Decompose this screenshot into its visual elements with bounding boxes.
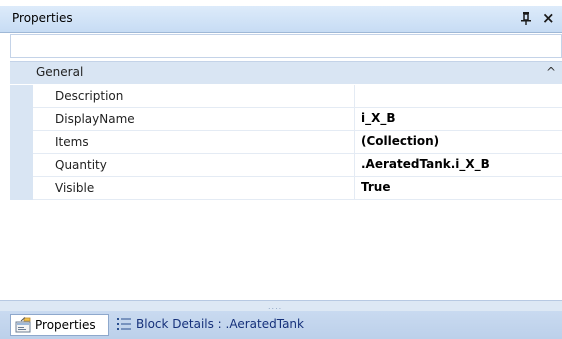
property-name-cell[interactable]: Visible <box>33 177 355 200</box>
list-icon <box>116 316 132 332</box>
property-row-description[interactable]: Description <box>10 85 562 108</box>
property-value: (Collection) <box>361 134 440 148</box>
tab-label: Block Details : .AeratedTank <box>136 317 304 331</box>
row-margin <box>10 177 33 200</box>
property-row-displayname[interactable]: DisplayName i_X_B <box>10 108 562 131</box>
panel-title: Properties <box>12 11 73 25</box>
search-input[interactable] <box>10 34 562 58</box>
pin-icon[interactable] <box>520 10 532 26</box>
tab-bar: Properties Block Details : .AeratedTank <box>0 311 562 339</box>
property-value-cell[interactable]: i_X_B <box>355 108 562 131</box>
tab-label: Properties <box>35 318 96 332</box>
property-name-cell[interactable]: Quantity <box>33 154 355 177</box>
category-general[interactable]: General ^ <box>10 62 562 84</box>
property-row-quantity[interactable]: Quantity .AeratedTank.i_X_B <box>10 154 562 177</box>
property-row-visible[interactable]: Visible True <box>10 177 562 200</box>
description-splitter[interactable]: .... <box>0 300 562 311</box>
property-name: Visible <box>55 181 95 195</box>
property-grid: General ^ Description DisplayName i_X_B <box>10 61 562 202</box>
property-value-cell[interactable] <box>355 85 562 108</box>
row-margin <box>10 131 33 154</box>
property-name-cell[interactable]: DisplayName <box>33 108 355 131</box>
grip-dots-icon[interactable]: .... <box>268 302 282 311</box>
property-row-items[interactable]: Items (Collection) <box>10 131 562 154</box>
property-name: Description <box>55 89 124 103</box>
property-name: Quantity <box>55 158 107 172</box>
properties-icon <box>15 317 31 333</box>
row-margin <box>10 154 33 177</box>
property-value: i_X_B <box>361 111 396 125</box>
category-label: General <box>36 65 84 79</box>
property-value-cell[interactable]: .AeratedTank.i_X_B <box>355 154 562 177</box>
property-name-cell[interactable]: Description <box>33 85 355 108</box>
close-icon[interactable]: × <box>542 9 556 27</box>
property-name: DisplayName <box>55 112 135 126</box>
properties-panel: Properties × General ^ Description Displ… <box>0 0 562 339</box>
tab-properties[interactable]: Properties <box>10 314 109 336</box>
property-name: Items <box>55 135 89 149</box>
tab-block-details[interactable]: Block Details : .AeratedTank <box>112 314 322 336</box>
property-name-cell[interactable]: Items <box>33 131 355 154</box>
row-margin <box>10 85 33 108</box>
property-value: .AeratedTank.i_X_B <box>361 157 490 171</box>
chevron-up-icon[interactable]: ^ <box>546 65 556 79</box>
property-value: True <box>361 180 391 194</box>
property-value-cell[interactable]: (Collection) <box>355 131 562 154</box>
property-value-cell[interactable]: True <box>355 177 562 200</box>
row-margin <box>10 108 33 131</box>
panel-titlebar: Properties × <box>0 6 562 33</box>
